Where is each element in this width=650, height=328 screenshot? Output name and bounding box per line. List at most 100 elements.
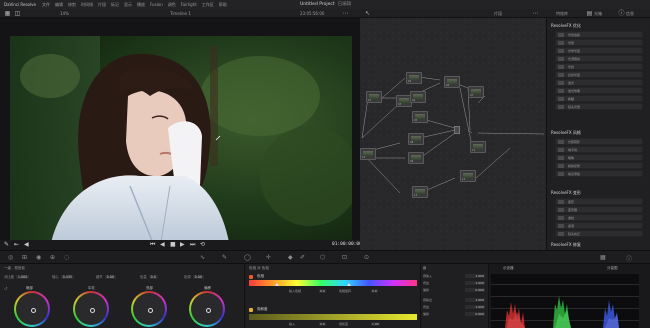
fx-item[interactable]: 光线: [555, 63, 643, 70]
node-04[interactable]: 04: [410, 91, 426, 103]
node-12[interactable]: 12: [460, 170, 476, 182]
grid-icon[interactable]: ▦: [4, 10, 11, 17]
hue-marker-right[interactable]: [347, 283, 351, 286]
menu-clip[interactable]: 片段: [98, 2, 106, 8]
magic-mask-icon[interactable]: ◆: [288, 254, 293, 261]
key-row-value[interactable]: 1.000: [465, 274, 485, 278]
fx-item[interactable]: 变形器: [555, 206, 643, 213]
menu-mark[interactable]: 标记: [111, 2, 119, 8]
sizing-icon[interactable]: ⊡: [342, 254, 347, 261]
menu-file[interactable]: 文件: [42, 2, 50, 8]
hue-out-value[interactable]: 0.0: [371, 289, 378, 293]
zoom-level[interactable]: 14%: [60, 11, 69, 16]
menu-trim[interactable]: 修剪: [68, 2, 76, 8]
fx-library-tab[interactable]: 特效库: [556, 11, 568, 17]
fx-item[interactable]: 光斑: [555, 39, 643, 46]
fx-item[interactable]: 光照阴影: [555, 138, 643, 145]
offset-wheel[interactable]: [189, 291, 225, 327]
node-13[interactable]: 13: [412, 186, 428, 198]
param-value[interactable]: 0.435: [60, 275, 75, 279]
fx-item[interactable]: 镜头光斑: [555, 103, 643, 110]
audio-icon[interactable]: ◀: [24, 241, 29, 248]
skip-start-icon[interactable]: ⏮: [150, 241, 155, 249]
menu-edit[interactable]: 编辑: [55, 2, 63, 8]
viewer-image[interactable]: [10, 36, 352, 248]
tint-param[interactable]: 色调 0.00: [184, 274, 204, 279]
fx-item[interactable]: 发光效果: [555, 87, 643, 94]
parallel-mixer-node[interactable]: [454, 126, 460, 134]
info-label[interactable]: 信息: [626, 11, 634, 17]
key-row-value[interactable]: 0.000: [465, 288, 485, 292]
key-row-value[interactable]: 0.000: [465, 312, 485, 316]
contrast-param[interactable]: 对比度 1.000: [4, 274, 30, 279]
node-09[interactable]: 09: [408, 152, 424, 164]
loop-icon[interactable]: ⟲: [200, 241, 205, 248]
info-panel-icon[interactable]: ⓘ: [626, 254, 632, 263]
menu-help[interactable]: 帮助: [219, 2, 227, 8]
key-row-value[interactable]: 1.000: [465, 298, 485, 302]
node-menu-icon[interactable]: ⋯: [532, 10, 539, 17]
fx-item[interactable]: 镜头校正: [555, 230, 643, 237]
menu-view[interactable]: 显示: [124, 2, 132, 8]
pivot-param[interactable]: 轴心 0.435: [52, 274, 75, 279]
fx-item[interactable]: 波纹: [555, 214, 643, 221]
param-value[interactable]: 0.0: [148, 275, 158, 279]
gain-wheel[interactable]: [131, 291, 167, 327]
color-match-icon[interactable]: ⊞: [22, 254, 27, 261]
detail-param[interactable]: 细节 0.00: [96, 274, 116, 279]
fx-item[interactable]: 地平线: [555, 146, 643, 153]
node-06[interactable]: 06: [444, 76, 460, 88]
sat-in-value[interactable]: 0.0: [319, 322, 326, 326]
node-05[interactable]: 05: [412, 111, 428, 123]
sat-out-value[interactable]: 1.00: [371, 322, 380, 326]
param-value[interactable]: 0.00: [192, 275, 204, 279]
scope-mode[interactable]: 分量图: [607, 266, 618, 271]
color-wheels-icon[interactable]: ◉: [36, 254, 41, 261]
more-icon[interactable]: ⋯: [342, 10, 349, 17]
window-icon[interactable]: ◯: [244, 254, 251, 261]
skip-end-icon[interactable]: ⏭: [190, 241, 195, 249]
node-pointer-icon[interactable]: ↖: [364, 10, 371, 17]
fx-item[interactable]: 暗角: [555, 154, 643, 161]
3d-icon[interactable]: ⊙: [364, 254, 369, 261]
rgb-mixer-icon[interactable]: ⊕: [50, 254, 55, 261]
gamma-wheel[interactable]: [73, 291, 109, 327]
reset-icon[interactable]: ↺: [4, 286, 7, 291]
hue-in-value[interactable]: 0.0: [319, 289, 326, 293]
node-07[interactable]: 07: [468, 86, 484, 98]
lightbox-label[interactable]: 光箱: [594, 11, 602, 17]
eyedropper-icon[interactable]: ✎: [4, 241, 9, 248]
fx-item[interactable]: 反射光晕: [555, 71, 643, 78]
node-02[interactable]: 02: [406, 72, 422, 84]
menu-fairlight[interactable]: Fairlight: [181, 2, 197, 7]
timeline-selector[interactable]: Timeline 1: [170, 11, 191, 16]
menu-color[interactable]: 调色: [168, 2, 176, 8]
lift-wheel[interactable]: [14, 291, 50, 327]
fx-item[interactable]: 模拟损伤: [555, 162, 643, 169]
temp-param[interactable]: 色温 0.0: [140, 274, 158, 279]
sat-bar[interactable]: [249, 314, 417, 320]
lightbox-icon[interactable]: ▤: [586, 10, 593, 17]
param-value[interactable]: 0.00: [104, 275, 116, 279]
node-11[interactable]: 11: [470, 141, 486, 153]
blur-icon[interactable]: ✐: [300, 254, 305, 261]
fx-item[interactable]: 发光: [555, 79, 643, 86]
fx-item[interactable]: 光源照射: [555, 55, 643, 62]
fx-item[interactable]: 光线追踪: [555, 31, 643, 38]
param-value[interactable]: 1.000: [15, 275, 30, 279]
hue-marker-left[interactable]: [275, 283, 279, 286]
curves-icon[interactable]: ∿: [200, 254, 205, 261]
fx-item[interactable]: 漩涡: [555, 222, 643, 229]
node-10[interactable]: 10: [360, 148, 376, 160]
scope-icon[interactable]: ▦: [600, 254, 606, 261]
menu-playback[interactable]: 播放: [137, 2, 145, 8]
node-08[interactable]: 08: [408, 133, 424, 145]
key-icon[interactable]: ⬡: [320, 254, 325, 261]
stop-icon[interactable]: ■: [170, 241, 176, 248]
play-icon[interactable]: ▶: [180, 241, 185, 248]
node-01[interactable]: 01: [366, 91, 382, 103]
camera-raw-icon[interactable]: ◎: [8, 254, 13, 261]
fx-item[interactable]: 变形: [555, 198, 643, 205]
qualifier-icon[interactable]: ✎: [222, 254, 227, 261]
arrow-icon[interactable]: ⇤: [14, 241, 19, 248]
